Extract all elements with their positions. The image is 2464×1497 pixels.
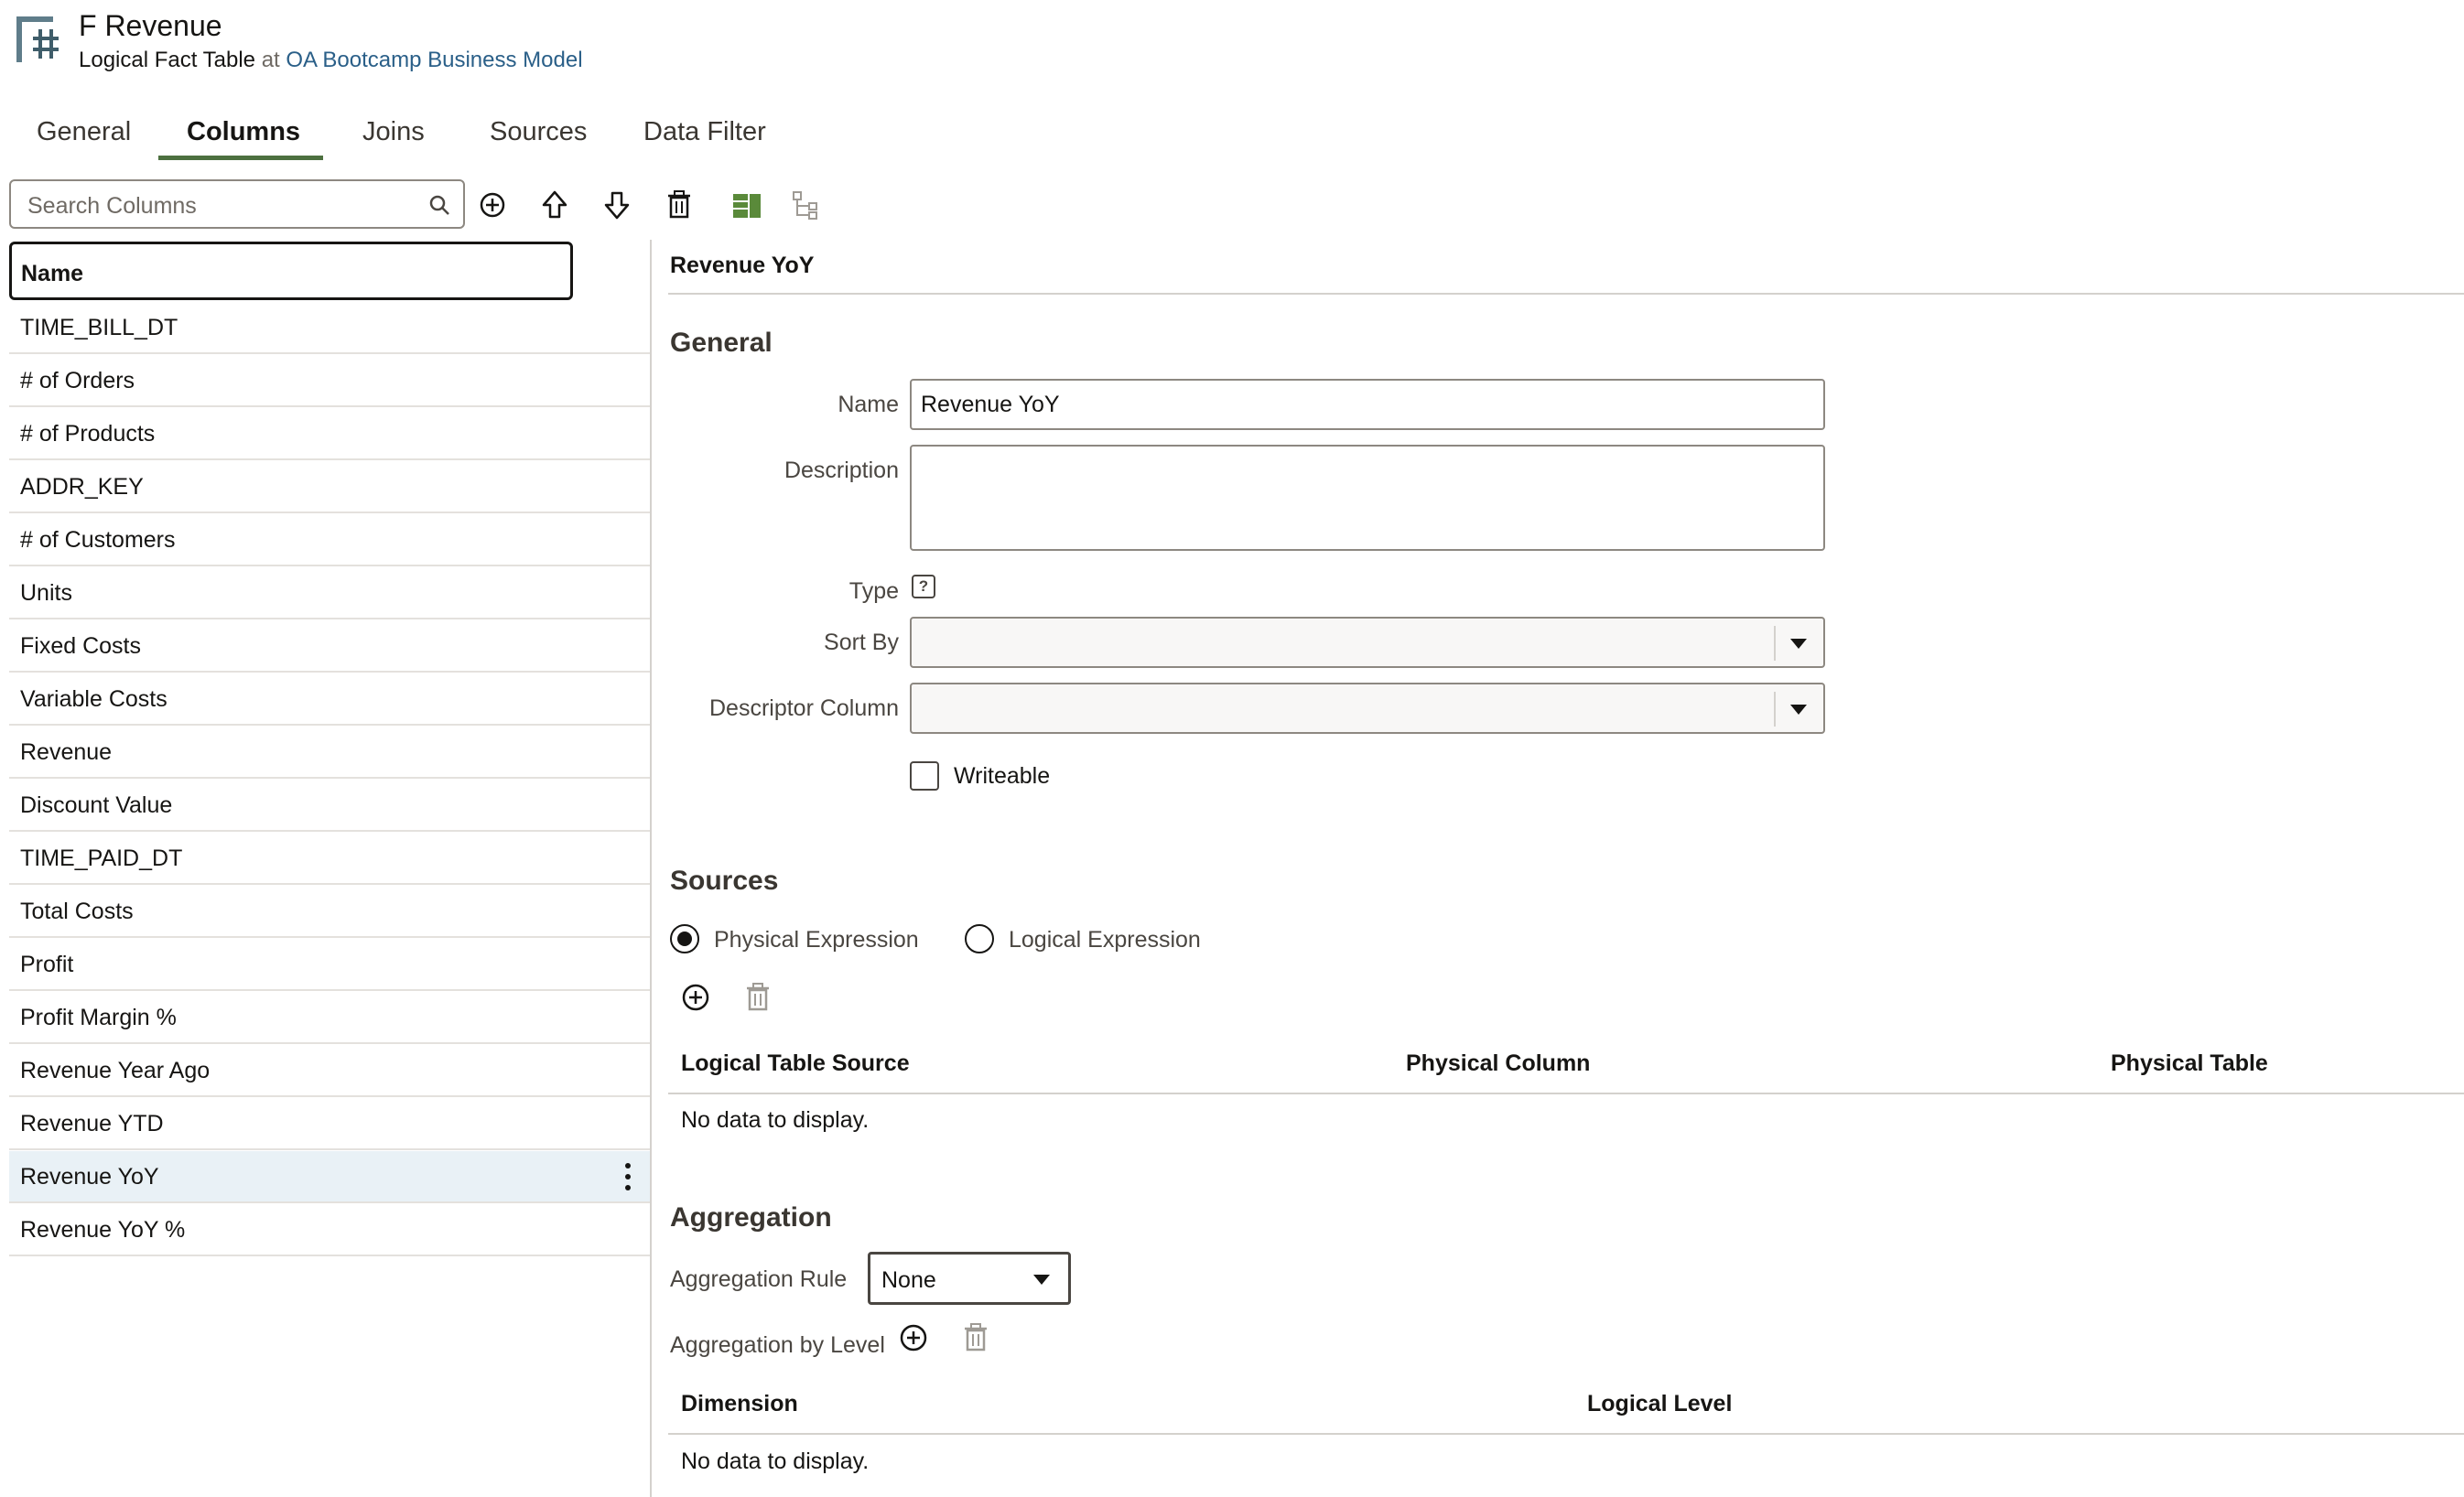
list-item[interactable]: ADDR_KEY [9, 461, 650, 513]
col-header-physical-table[interactable]: Physical Table [2111, 1050, 2268, 1077]
col-header-physical-column[interactable]: Physical Column [1406, 1050, 1590, 1077]
aggregation-empty-text: No data to display. [681, 1449, 870, 1474]
physical-expression-radio[interactable] [670, 924, 699, 953]
move-down-icon[interactable] [599, 187, 635, 223]
col-header-logical-level[interactable]: Logical Level [1587, 1391, 1732, 1417]
chevron-down-icon[interactable] [1033, 1275, 1050, 1285]
tab-joins[interactable]: Joins [362, 117, 425, 147]
delete-icon[interactable] [661, 187, 697, 223]
delete-icon[interactable] [740, 979, 776, 1016]
pane-divider[interactable] [650, 240, 652, 1497]
search-icon[interactable] [428, 194, 450, 216]
tab-sources[interactable]: Sources [490, 117, 587, 147]
page-title: F Revenue [79, 9, 222, 42]
list-item[interactable]: # of Products [9, 408, 650, 460]
type-label: Type [848, 578, 899, 604]
delete-icon[interactable] [957, 1319, 994, 1356]
list-item[interactable]: Profit [9, 939, 650, 991]
list-item[interactable]: Units [9, 567, 650, 619]
sort-by-select[interactable] [910, 617, 1825, 668]
chevron-down-icon[interactable] [1790, 639, 1807, 649]
writeable-checkbox[interactable] [910, 761, 939, 791]
active-tab-indicator [158, 156, 323, 160]
name-label: Name [838, 392, 899, 417]
chevron-down-icon[interactable] [1790, 705, 1807, 715]
sources-empty-text: No data to display. [681, 1107, 870, 1133]
description-label: Description [784, 458, 899, 483]
description-field[interactable] [912, 447, 1823, 547]
subtitle-type: Logical Fact Table [79, 48, 256, 72]
column-name-header[interactable]: Name [9, 242, 573, 300]
name-field[interactable] [912, 381, 1823, 429]
list-item[interactable]: # of Customers [9, 514, 650, 566]
aggregation-rule-select[interactable]: None [868, 1252, 1071, 1305]
add-icon[interactable] [895, 1319, 932, 1356]
physical-expression-label: Physical Expression [714, 927, 919, 953]
more-options-icon[interactable] [624, 1162, 632, 1191]
list-item[interactable]: Revenue [9, 727, 650, 779]
logical-fact-table-icon [13, 13, 66, 66]
aggregation-level-label: Aggregation by Level [670, 1332, 885, 1358]
writeable-label: Writeable [954, 763, 1051, 789]
list-item[interactable]: Revenue YoY % [9, 1204, 650, 1256]
name-field-box[interactable] [910, 379, 1825, 430]
list-item[interactable]: Revenue YTD [9, 1098, 650, 1150]
sources-heading: Sources [670, 866, 779, 896]
sort-by-label: Sort By [824, 630, 899, 655]
detail-title: Revenue YoY [670, 253, 815, 278]
column-layout-icon[interactable] [729, 187, 765, 223]
divider [668, 1433, 2464, 1435]
add-icon[interactable] [474, 187, 511, 223]
divider [668, 1093, 2464, 1094]
list-item[interactable]: Discount Value [9, 780, 650, 832]
search-input[interactable] [26, 192, 414, 221]
tab-columns[interactable]: Columns [187, 117, 300, 147]
logical-expression-label: Logical Expression [1009, 927, 1201, 953]
add-icon[interactable] [677, 979, 714, 1016]
aggregation-rule-label: Aggregation Rule [670, 1266, 848, 1292]
move-up-icon[interactable] [536, 187, 573, 223]
list-item[interactable]: Total Costs [9, 886, 650, 938]
subtitle-at: at [261, 48, 280, 72]
search-columns-box[interactable] [9, 179, 465, 229]
description-field-box[interactable] [910, 445, 1825, 551]
col-header-dimension[interactable]: Dimension [681, 1391, 798, 1417]
tab-data-filter[interactable]: Data Filter [643, 117, 766, 147]
list-item[interactable]: Fixed Costs [9, 620, 650, 673]
list-item[interactable]: Profit Margin % [9, 992, 650, 1044]
list-item[interactable]: Revenue Year Ago [9, 1045, 650, 1097]
descriptor-column-select[interactable] [910, 683, 1825, 734]
page-subtitle: Logical Fact Table at OA Bootcamp Busine… [79, 48, 583, 73]
logical-expression-radio[interactable] [965, 924, 994, 953]
aggregation-heading: Aggregation [670, 1202, 832, 1233]
list-item[interactable]: Variable Costs [9, 673, 650, 726]
list-item-selected[interactable]: Revenue YoY [9, 1151, 650, 1203]
list-item[interactable]: # of Orders [9, 355, 650, 407]
divider [668, 293, 2464, 295]
tab-general[interactable]: General [37, 117, 131, 147]
list-item[interactable]: TIME_PAID_DT [9, 833, 650, 885]
general-heading: General [670, 328, 773, 358]
descriptor-column-label: Descriptor Column [708, 695, 899, 721]
help-icon[interactable]: ? [912, 575, 935, 598]
business-model-link[interactable]: OA Bootcamp Business Model [286, 48, 582, 72]
list-item[interactable]: TIME_BILL_DT [9, 302, 650, 354]
hierarchy-icon[interactable] [789, 187, 826, 223]
col-header-logical-table-source[interactable]: Logical Table Source [681, 1050, 910, 1077]
